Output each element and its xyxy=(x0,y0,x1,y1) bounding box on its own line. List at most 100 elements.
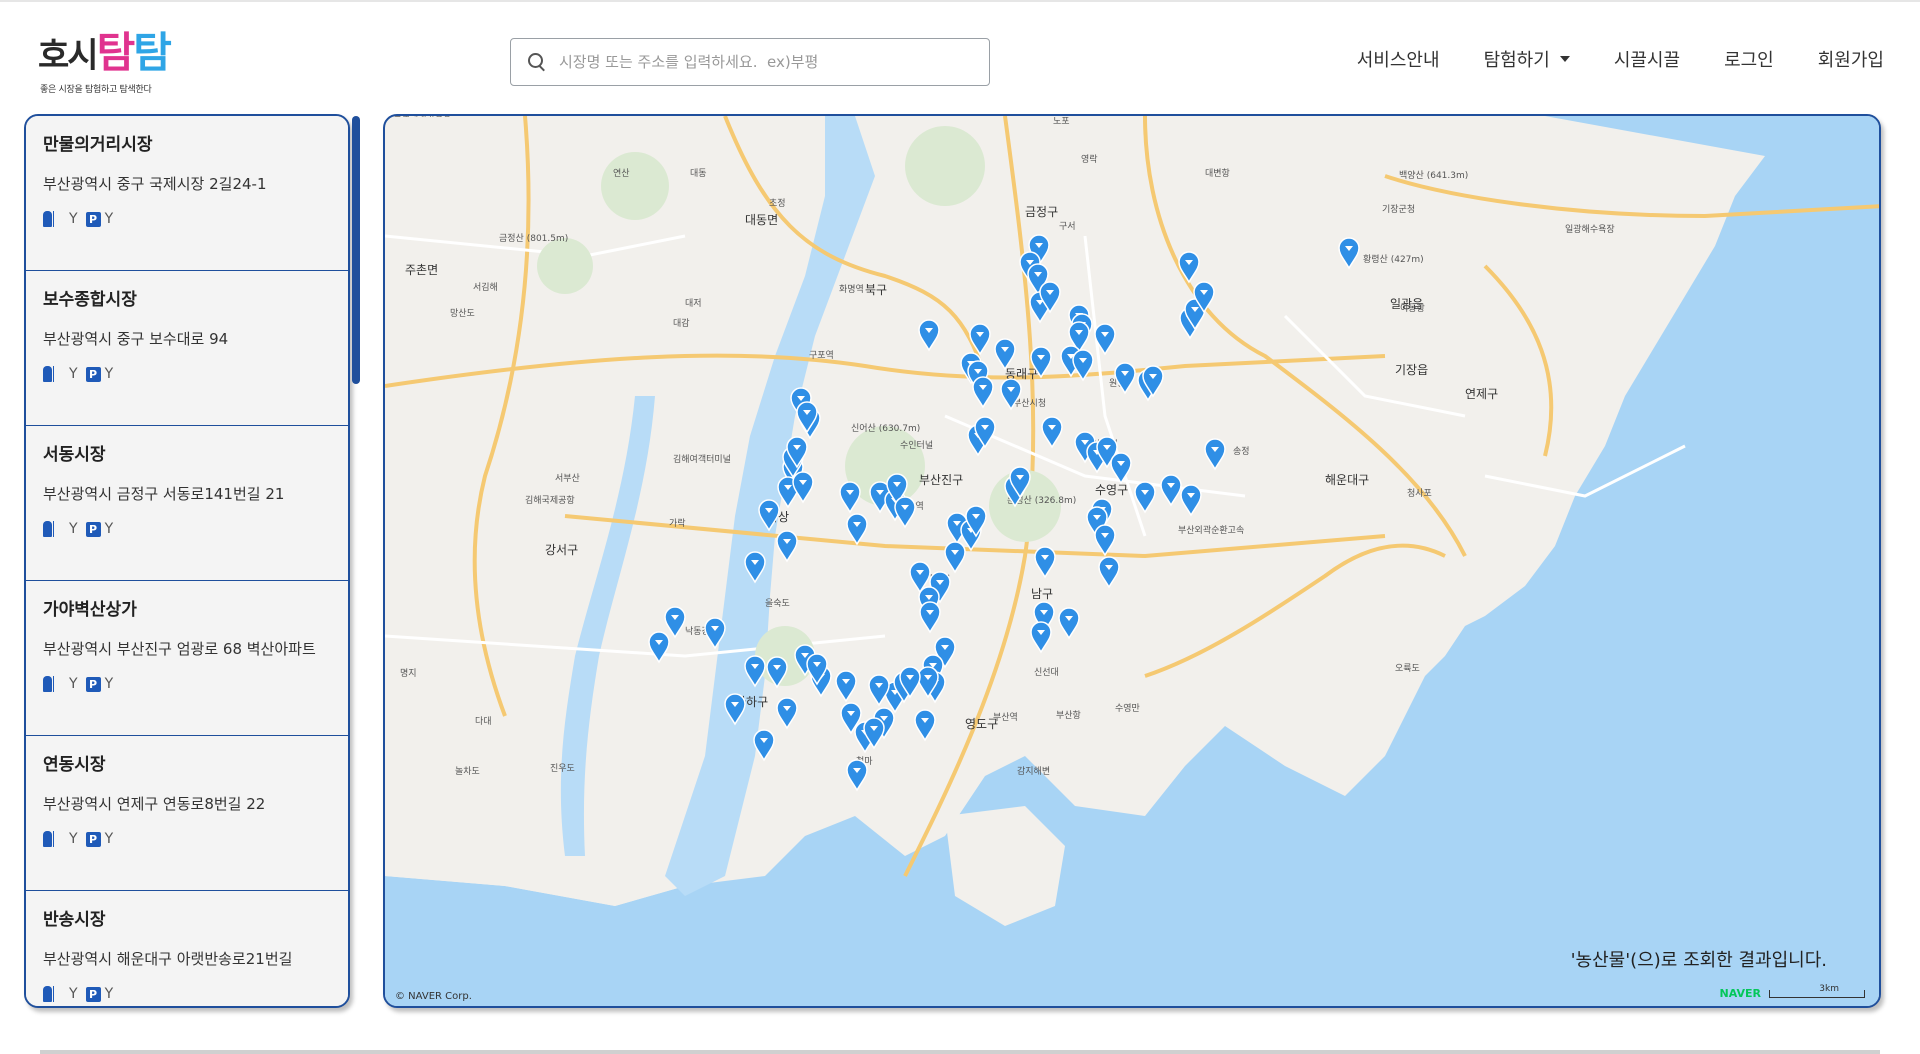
map-label: 기장읍 xyxy=(1395,363,1428,377)
map-label: 감지해변 xyxy=(1017,765,1050,777)
market-card[interactable]: 보수종합시장 부산광역시 중구 보수대로 94 Y P Y xyxy=(26,271,348,426)
map-label: 청사포 xyxy=(1407,488,1432,499)
scrollbar-thumb[interactable] xyxy=(352,116,360,384)
toilet-value: Y xyxy=(69,831,78,847)
map-marker-icon xyxy=(792,471,814,504)
map[interactable]: 대동면주촌면북구금정구동래구연제구해운대구기장읍일광읍강서구부산진구사상동구남구… xyxy=(383,114,1881,1008)
market-name: 반송시장 xyxy=(43,910,106,930)
main-nav: 서비스안내 탐험하기 시끌시끌 로그인 회원가입 xyxy=(1313,46,1884,72)
market-amenities: YPY xyxy=(43,366,332,382)
map-label: 일광해수욕장 xyxy=(1565,223,1615,235)
market-address: 부산광역시 해운대구 아랫반송로21번길 xyxy=(43,950,293,968)
map-label: 대변항 xyxy=(1205,168,1230,179)
market-amenities: YPY xyxy=(43,521,332,537)
map-label: 명지 xyxy=(400,668,417,679)
nav-label: 회원가입 xyxy=(1817,50,1884,71)
search-icon[interactable] xyxy=(527,52,547,72)
logo-part-2: 탐 xyxy=(96,28,136,77)
map-marker-icon xyxy=(1338,237,1360,270)
map-label: 기장군청 xyxy=(1382,204,1415,215)
map-marker-icon xyxy=(1034,546,1056,579)
parking-icon: P xyxy=(85,366,101,382)
map-marker-icon xyxy=(1160,474,1182,507)
road xyxy=(385,353,1386,388)
map-canvas[interactable]: 대동면주촌면북구금정구동래구연제구해운대구기장읍일광읍강서구부산진구사상동구남구… xyxy=(385,116,1881,1008)
map-label: 서김해 xyxy=(473,281,498,293)
toilet-icon xyxy=(43,986,65,1002)
park-area xyxy=(537,238,593,294)
nav-label: 탐험하기 xyxy=(1483,50,1550,71)
search-box[interactable] xyxy=(510,38,990,86)
market-address: 부산광역시 중구 국제시장 2길24-1 xyxy=(43,175,267,193)
map-marker-icon xyxy=(846,513,868,546)
market-card[interactable]: 서동시장 부산광역시 금정구 서동로141번길 21 Y P Y xyxy=(26,426,348,581)
map-label: 다대 xyxy=(475,716,492,727)
market-amenities: YPY xyxy=(43,831,332,847)
map-marker-icon xyxy=(648,631,670,664)
bottom-divider xyxy=(40,1050,1880,1054)
market-name: 연동시장 xyxy=(43,755,106,775)
map-label: 망산도 xyxy=(450,308,475,319)
parking-icon: P xyxy=(85,986,101,1002)
market-name: 만물의거리시장 xyxy=(43,135,153,155)
map-marker-icon xyxy=(914,709,936,742)
map-label: 송정 xyxy=(1233,446,1250,457)
map-label: 영락 xyxy=(1081,153,1098,165)
map-marker-icon xyxy=(664,606,686,639)
map-marker-icon xyxy=(839,481,861,514)
logo-part-3: 탐 xyxy=(133,28,172,77)
map-label: 을숙도 xyxy=(765,598,790,609)
nav-signup[interactable]: 회원가입 xyxy=(1818,46,1884,72)
map-label: 금정구 xyxy=(1025,205,1058,219)
nav-community[interactable]: 시끌시끌 xyxy=(1614,46,1680,72)
market-list[interactable]: 만물의거리시장 부산광역시 중구 국제시장 2길24-1 Y P Y 보수종합시장 부산광역… xyxy=(24,114,350,1008)
market-card[interactable]: 가야벽산상가 부산광역시 부산진구 엄광로 68 벽산아파트 Y P Y xyxy=(26,581,348,736)
map-label: 부산외곽순환고속 xyxy=(1178,524,1244,536)
road xyxy=(1483,264,1554,457)
nav-service-info[interactable]: 서비스안내 xyxy=(1357,46,1440,72)
map-label: 백양산 (641.3m) xyxy=(1399,170,1468,181)
map-marker-icon xyxy=(1058,607,1080,640)
market-card[interactable]: 연동시장 부산광역시 연제구 연동로8번길 22 Y P Y xyxy=(26,736,348,891)
map-label: 수영만 xyxy=(1115,703,1140,714)
map-label: 황령산 (427m) xyxy=(1363,253,1424,265)
market-card[interactable]: 만물의거리시장부산광역시 중구 국제시장 2길24-1 Y P Y xyxy=(26,116,348,271)
minor-road xyxy=(1283,314,1466,418)
map-label: 가락 xyxy=(669,517,686,529)
search-input[interactable] xyxy=(559,53,979,71)
parking-value: Y xyxy=(104,831,114,847)
map-marker-icon xyxy=(868,674,890,707)
map-label: 북구 xyxy=(865,283,887,297)
parking-value: Y xyxy=(104,676,114,692)
parking-icon: P xyxy=(85,831,101,847)
market-address: 부산광역시 부산진구 엄광로 68 벽산아파트 xyxy=(43,640,316,658)
map-label: 수영구 xyxy=(1095,483,1128,497)
parking-icon: P xyxy=(85,676,101,692)
parking-value: Y xyxy=(104,211,114,227)
map-label: 구포역 xyxy=(809,350,834,361)
west-river xyxy=(560,396,655,856)
map-marker-icon xyxy=(1180,484,1202,517)
market-card[interactable]: 반송시장 부산광역시 해운대구 아랫반송로21번길 Y P Y xyxy=(26,891,348,1006)
map-marker-icon xyxy=(918,319,940,352)
map-marker-icon xyxy=(753,729,775,762)
result-text: '농산물'(으)로 조회한 결과입니다. xyxy=(1570,950,1827,971)
nav-login[interactable]: 로그인 xyxy=(1724,46,1774,72)
map-label: 주촌면 xyxy=(405,263,438,277)
market-amenities: YPY xyxy=(43,211,332,227)
map-label: 강서구 xyxy=(545,543,578,557)
chevron-down-icon xyxy=(1559,56,1570,62)
parking-value: Y xyxy=(104,986,114,1002)
logo-wordmark: 호시탐탐 xyxy=(38,28,172,81)
map-label: 김해국제공항 xyxy=(525,494,575,506)
parking-icon: P xyxy=(85,521,101,537)
toilet-icon xyxy=(43,521,65,537)
map-marker-icon xyxy=(919,601,941,634)
map-marker-icon xyxy=(1094,524,1116,557)
market-name: 가야벽산상가 xyxy=(43,600,137,620)
map-label: 연산 xyxy=(613,168,630,179)
logo[interactable]: 호시탐탐 좋은 시장을 탐험하고 탐색한다 xyxy=(38,28,198,100)
nav-explore[interactable]: 탐험하기 xyxy=(1484,46,1570,72)
parking-icon: P xyxy=(85,211,101,227)
map-label: 초정 xyxy=(769,198,786,209)
